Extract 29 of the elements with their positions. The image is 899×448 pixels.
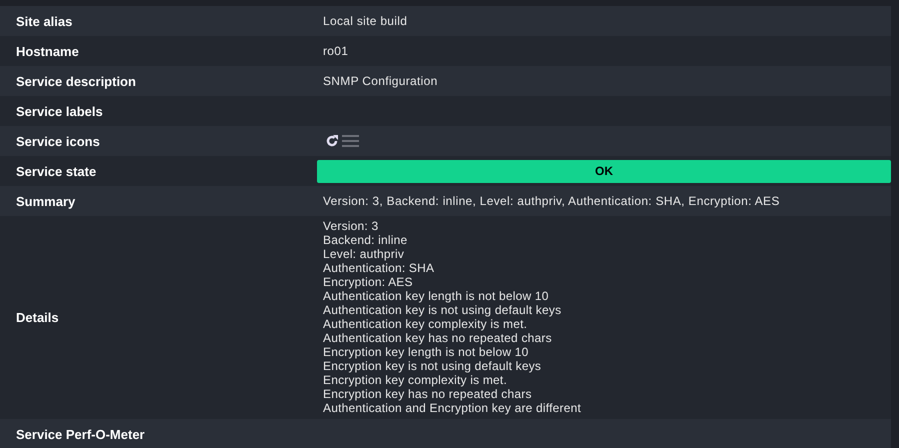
reload-icon[interactable]	[325, 134, 339, 148]
row-label: Service labels	[15, 104, 104, 118]
detail-line: Authentication: SHA	[323, 261, 436, 275]
detail-line: Level: authpriv	[323, 247, 406, 261]
detail-line: Authentication and Encryption key are different	[323, 401, 582, 415]
field-value: Version: 3, Backend: inline, Level: authpriv, Authentication: SHA, Encryption: AES	[322, 194, 781, 208]
row-label: Service icons	[15, 134, 101, 148]
detail-line: Authentication key complexity is met.	[323, 317, 528, 331]
detail-line: Encryption key is not using default keys	[323, 359, 542, 373]
field-value: SNMP Configuration	[322, 74, 439, 88]
detail-line: Authentication key has no repeated chars	[323, 331, 553, 345]
detail-line: Authentication key length is not below 10	[323, 289, 550, 303]
detail-line: Encryption: AES	[323, 275, 414, 289]
row-label: Service Perf-O-Meter	[15, 426, 146, 442]
detail-line: Authentication key is not using default keys	[323, 303, 562, 317]
detail-line: Backend: inline	[323, 233, 408, 247]
field-value: Local site build	[322, 14, 408, 28]
row-label: Details	[15, 310, 60, 325]
field-value: ro01	[322, 44, 350, 58]
detail-line: Encryption key complexity is met.	[323, 373, 508, 387]
row-label: Site alias	[15, 14, 74, 28]
row-label: Summary	[15, 194, 76, 208]
state-badge: OK	[317, 160, 891, 182]
detail-line: Encryption key has no repeated chars	[323, 387, 533, 401]
row-label: Service description	[15, 74, 137, 88]
row-label: Service state	[15, 164, 98, 178]
detail-line: Version: 3	[323, 219, 380, 233]
row-label: Hostname	[15, 44, 80, 58]
detail-line: Encryption key length is not below 10	[323, 345, 530, 359]
